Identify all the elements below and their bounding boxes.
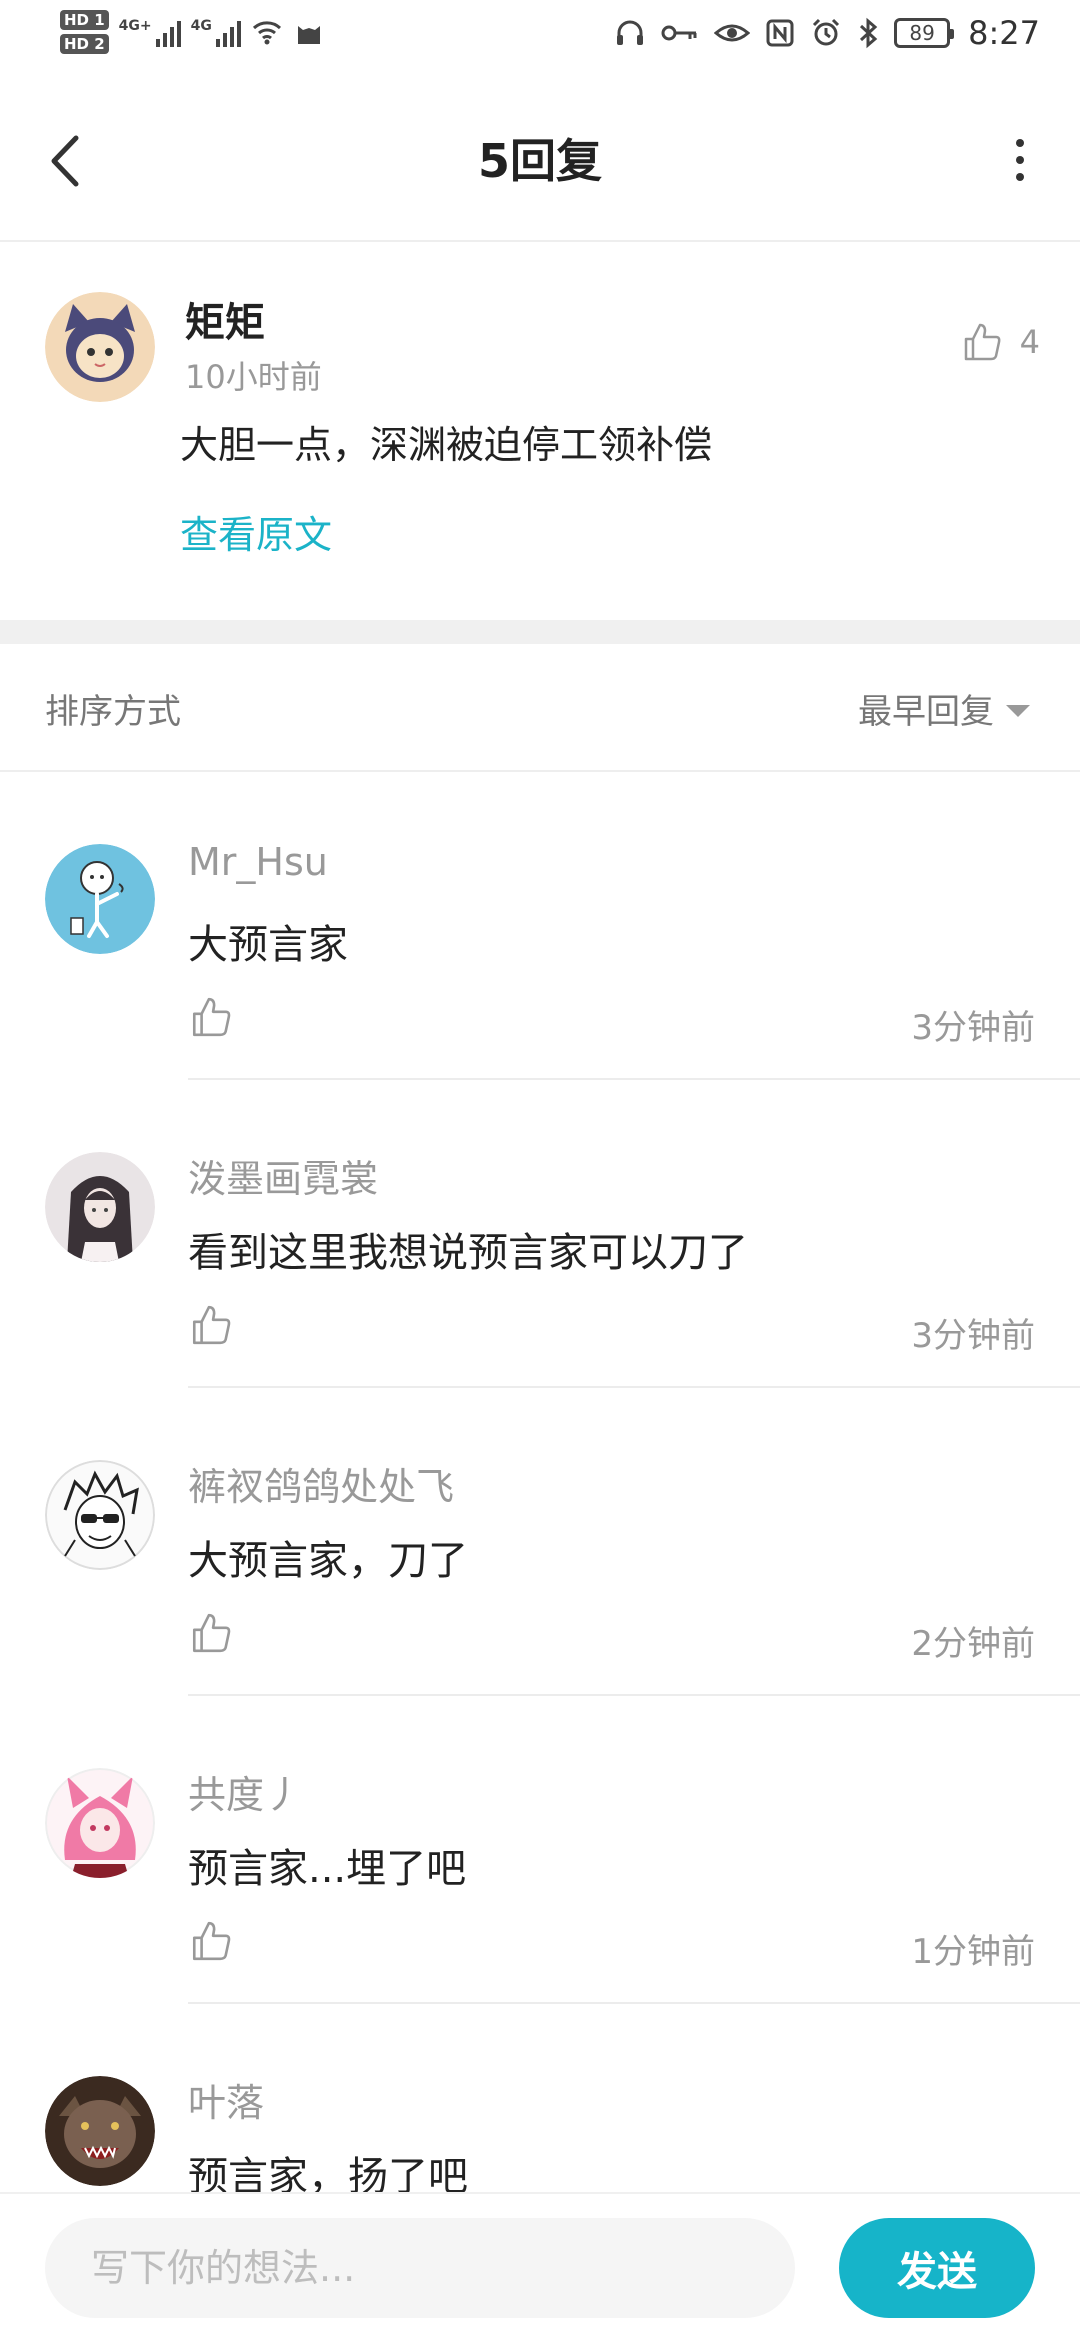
reply-author[interactable]: Mr_Hsu <box>188 840 328 884</box>
signal-icon-2 <box>215 17 241 47</box>
sort-label: 排序方式 <box>45 692 181 732</box>
sort-row: 排序方式 最早回复 <box>0 644 1080 772</box>
reply-time: 3分钟前 <box>911 1008 1035 1048</box>
original-comment: 矩矩 10小时前 大胆一点，深渊被迫停工领补偿 查看原文 4 <box>0 242 1080 620</box>
battery-level: 89 <box>909 21 935 45</box>
reply-time: 1分钟前 <box>911 1932 1035 1972</box>
reply-list: Mr_Hsu 大预言家 3分钟前 泼墨画霓裳 看到这里我想说预言家可以刀了 3分… <box>0 772 1080 2192</box>
thumbs-up-icon[interactable] <box>188 994 234 1040</box>
reply-author[interactable]: 叶落 <box>188 2072 264 2127</box>
reply-text: 预言家...埋了吧 <box>188 1846 467 1892</box>
avatar[interactable] <box>45 1460 155 1570</box>
reply-author[interactable]: 共度丿 <box>188 1764 302 1819</box>
thumbs-up-icon[interactable] <box>188 1610 234 1656</box>
avatar[interactable] <box>45 844 155 954</box>
reply-author[interactable]: 泼墨画霓裳 <box>188 1148 378 1203</box>
reply-author[interactable]: 裤衩鸽鸽处处飞 <box>188 1456 454 1511</box>
reply-time: 3分钟前 <box>911 1316 1035 1356</box>
reply-item: 裤衩鸽鸽处处飞 大预言家，刀了 2分钟前 <box>0 1388 1080 1696</box>
bluetooth-icon <box>860 17 878 49</box>
nfc-icon <box>766 19 794 47</box>
thumbs-up-icon <box>964 323 1001 361</box>
reply-time: 2分钟前 <box>911 1624 1035 1664</box>
page-title: 5回复 <box>477 134 602 188</box>
reply-item: 叶落 预言家，扬了吧 <box>0 2004 1080 2192</box>
reply-text: 大预言家 <box>188 922 348 968</box>
status-right: 89 8:27 <box>614 14 1040 52</box>
reply-item: 共度丿 预言家...埋了吧 1分钟前 <box>0 1696 1080 2004</box>
avatar[interactable] <box>45 292 155 402</box>
comment-text: 大胆一点，深渊被迫停工领补偿 <box>180 423 713 467</box>
chevron-down-icon <box>1006 704 1030 717</box>
eye-icon <box>714 24 751 42</box>
key-icon <box>661 25 697 41</box>
clock: 8:27 <box>968 14 1040 52</box>
like-button[interactable]: 4 <box>960 320 1040 364</box>
send-button[interactable]: 发送 <box>839 2218 1035 2318</box>
network-type-1: 4G+ <box>118 18 152 34</box>
avatar[interactable] <box>45 1768 155 1878</box>
avatar[interactable] <box>45 1152 155 1262</box>
comment-composer: 发送 <box>0 2192 1080 2340</box>
sort-selected: 最早回复 <box>858 692 994 732</box>
section-divider <box>0 620 1080 644</box>
status-left: HD 1 HD 2 4G+ 4G <box>60 10 325 54</box>
thumbs-up-icon[interactable] <box>188 1302 234 1348</box>
comment-input[interactable] <box>45 2218 795 2318</box>
hd2-badge: HD 2 <box>60 34 109 54</box>
more-options-icon[interactable] <box>1000 130 1040 190</box>
reply-text: 看到这里我想说预言家可以刀了 <box>188 1230 748 1276</box>
thumbs-up-icon[interactable] <box>188 1918 234 1964</box>
author-name[interactable]: 矩矩 <box>185 290 265 348</box>
reply-text: 大预言家，刀了 <box>188 1538 468 1584</box>
network-type-2: 4G <box>190 18 212 34</box>
alarm-icon <box>813 18 840 46</box>
hd-badges: HD 1 HD 2 <box>60 10 109 54</box>
sort-dropdown[interactable]: 最早回复 <box>858 684 1030 733</box>
reply-text: 预言家，扬了吧 <box>188 2154 468 2192</box>
battery-icon: 89 <box>894 18 955 48</box>
reply-item: Mr_Hsu 大预言家 3分钟前 <box>0 772 1080 1080</box>
hd1-badge: HD 1 <box>60 10 109 30</box>
nav-bar: 5回复 <box>0 80 1080 242</box>
view-original-link[interactable]: 查看原文 <box>180 504 332 559</box>
signal-icon <box>155 17 181 47</box>
cat-icon <box>297 26 320 44</box>
comment-time: 10小时前 <box>185 358 322 396</box>
like-count: 4 <box>1019 323 1040 361</box>
reply-item: 泼墨画霓裳 看到这里我想说预言家可以刀了 3分钟前 <box>0 1080 1080 1388</box>
status-bar: HD 1 HD 2 4G+ 4G 89 8:27 <box>0 0 1080 80</box>
avatar[interactable] <box>45 2076 155 2186</box>
headphones-icon <box>617 20 644 45</box>
wifi-icon <box>252 21 281 45</box>
